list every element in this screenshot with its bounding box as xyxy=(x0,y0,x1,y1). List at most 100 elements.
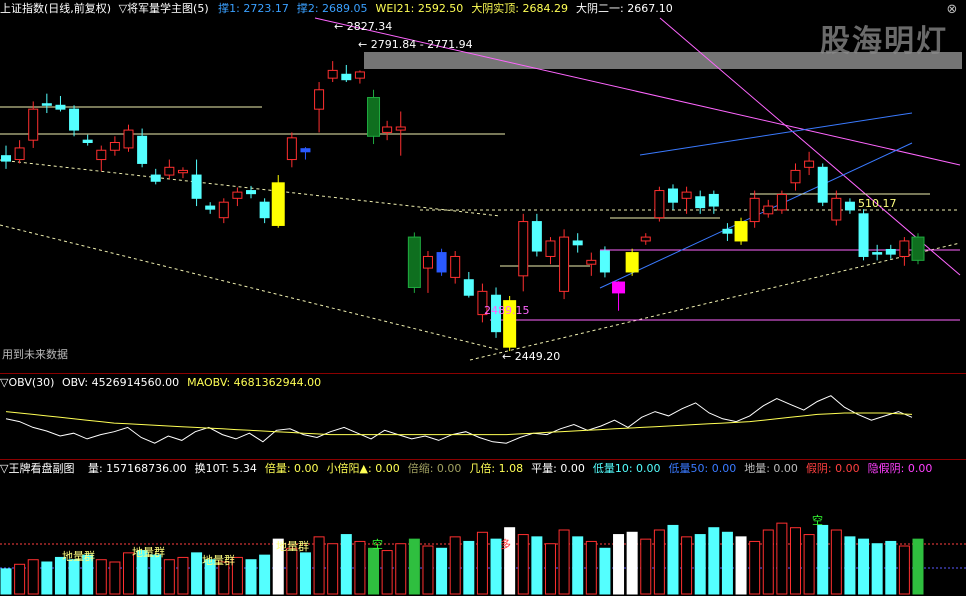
volume-bar xyxy=(735,536,747,595)
main-chart-panel[interactable]: 上证指数(日线,前复权) ▽将军量学主图(5) 撑1: 2723.17 撑2: 2… xyxy=(0,0,966,372)
volume-bar xyxy=(517,534,529,595)
volume-bar xyxy=(14,563,26,595)
candle-body xyxy=(708,193,719,207)
candle-body xyxy=(382,126,393,133)
volume-bar xyxy=(41,561,53,595)
volume-bar xyxy=(163,559,175,595)
candle-body xyxy=(246,190,257,195)
candle-body xyxy=(518,221,529,277)
candle-body xyxy=(69,108,80,131)
candle-body xyxy=(531,221,542,252)
volume-tag: 地量群 xyxy=(132,545,165,559)
candle-body xyxy=(654,190,665,219)
volume-bar xyxy=(681,536,693,595)
volume-tag: 空 xyxy=(372,537,383,551)
candle-body xyxy=(559,236,570,292)
candle-body xyxy=(205,205,216,210)
candle-body xyxy=(55,104,66,110)
volume-bar xyxy=(27,559,39,595)
volume-bar xyxy=(191,552,203,595)
candlestick-chart[interactable]: ← 2827.34 ← 2791.84 - 2771.94 ← 2449.20 248… xyxy=(0,0,966,372)
volume-bar xyxy=(95,559,107,595)
candle-body xyxy=(872,252,883,255)
candle-body xyxy=(749,197,760,223)
candle-body xyxy=(831,197,842,221)
candle-body xyxy=(150,174,161,182)
volume-bar xyxy=(558,529,570,595)
volume-bar xyxy=(871,543,883,595)
candle-body xyxy=(695,196,706,209)
volume-bar xyxy=(109,561,121,595)
trend-line xyxy=(0,224,501,351)
volume-bar xyxy=(123,552,135,595)
range-band xyxy=(364,52,962,69)
obv-line xyxy=(5,395,913,444)
future-data-note: 用到未来数据 xyxy=(2,348,68,361)
volume-bar-chart[interactable]: 地量群 地量群地量群地量群 空空多 xyxy=(0,460,966,596)
obv-line-chart[interactable] xyxy=(0,374,966,459)
candle-body xyxy=(41,103,52,106)
price-annotation: ← 2791.84 - 2771.94 xyxy=(358,38,473,51)
volume-bar xyxy=(422,545,434,595)
volume-bar xyxy=(259,554,271,595)
price-annotation: ← 2827.34 xyxy=(334,20,392,33)
candle-body xyxy=(123,129,134,149)
candle-body xyxy=(314,89,325,110)
volume-bar xyxy=(286,547,298,595)
candle-body xyxy=(14,147,25,161)
volume-bar xyxy=(299,552,311,595)
candle-body xyxy=(817,166,828,203)
volume-bar xyxy=(912,538,924,595)
candle-body xyxy=(96,149,107,161)
trend-line xyxy=(639,112,913,156)
volume-tag: 地量群 xyxy=(62,549,95,563)
candle-body xyxy=(899,240,910,257)
candle-body xyxy=(804,160,815,168)
candle-body xyxy=(271,182,285,226)
volume-bar xyxy=(313,536,325,595)
volume-bar xyxy=(544,543,556,595)
volume-bar xyxy=(531,536,543,595)
volume-bar xyxy=(789,527,801,595)
candle-body xyxy=(599,250,610,273)
volume-bar xyxy=(708,527,720,595)
volume-bar xyxy=(340,534,352,595)
volume-bar xyxy=(368,547,380,595)
volume-bar xyxy=(844,536,856,595)
candle-body xyxy=(545,240,556,257)
volume-bar xyxy=(667,524,679,595)
candle-body xyxy=(422,255,433,269)
volume-panel[interactable]: ▽王牌看盘副图 量: 157168736.00 换10T: 5.34 倍量: 0.0… xyxy=(0,460,966,596)
candle-body xyxy=(407,236,421,288)
volume-bar xyxy=(408,538,420,595)
candle-body xyxy=(28,108,39,141)
candle-body xyxy=(177,169,188,174)
volume-bar xyxy=(898,545,910,595)
candle-body xyxy=(640,236,651,242)
candle-body xyxy=(722,228,733,234)
candle-body xyxy=(232,191,243,199)
volume-bar xyxy=(653,529,665,595)
candle-body xyxy=(450,255,461,278)
candle-body xyxy=(790,169,801,184)
volume-bar xyxy=(354,540,366,595)
candle-body xyxy=(327,69,338,79)
candle-body xyxy=(681,191,692,199)
volume-tag: 地量群 xyxy=(202,553,235,567)
volume-bar xyxy=(749,540,761,595)
candle-body xyxy=(341,73,352,81)
volume-bar xyxy=(327,543,339,595)
volume-bar xyxy=(776,522,788,595)
candle-body xyxy=(463,279,474,296)
candle-body xyxy=(572,240,583,246)
volume-tag: 多 xyxy=(500,537,511,551)
volume-bar xyxy=(476,531,488,595)
obv-panel[interactable]: ▽OBV(30) OBV: 4526914560.00 MAOBV: 468136… xyxy=(0,374,966,459)
volume-bar xyxy=(599,547,611,595)
candle-body xyxy=(911,236,925,261)
volume-bar xyxy=(381,550,393,595)
candle-body xyxy=(109,141,120,151)
candle-body xyxy=(734,221,748,242)
candle-body xyxy=(1,155,11,162)
candle-body xyxy=(612,281,626,294)
